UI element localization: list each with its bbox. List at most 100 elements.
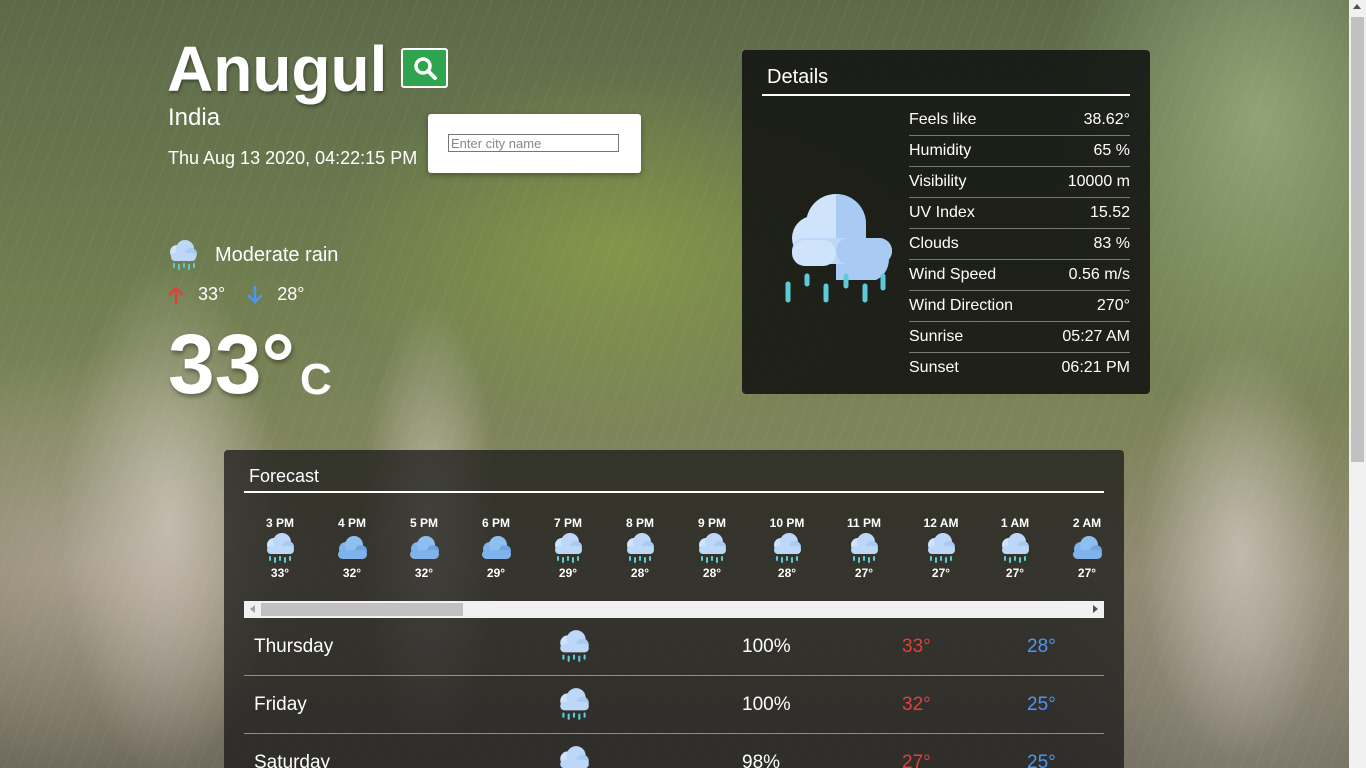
precip-chance: 100% — [742, 694, 791, 715]
rain-cloud-icon — [267, 533, 294, 563]
hourly-item: 5 PM 32° — [388, 516, 460, 580]
rain-cloud-icon — [627, 533, 654, 563]
rain-cloud-icon — [851, 533, 878, 563]
current-temperature: 33° — [168, 317, 296, 411]
day-name: Thursday — [254, 636, 334, 657]
rain-cloud-icon — [170, 240, 197, 270]
daily-row: Saturday 98% 27° 25° — [244, 734, 1104, 768]
detail-value: 270° — [1096, 297, 1130, 314]
low-temp: 28° — [277, 284, 305, 304]
city-search-input[interactable] — [448, 134, 619, 152]
arrow-down-icon — [247, 285, 263, 304]
detail-label: Wind Speed — [909, 266, 997, 283]
detail-value: 0.56 m/s — [1068, 266, 1130, 283]
hour-temp: 32° — [342, 566, 362, 580]
hourly-item: 1 AM 27° — [979, 516, 1051, 580]
hourly-scrollbar[interactable] — [244, 601, 1104, 618]
detail-row-wind-speed: Wind Speed 0.56 m/s — [909, 260, 1130, 291]
cloud-icon — [482, 536, 511, 559]
detail-label: Wind Direction — [909, 297, 1014, 314]
hour-time: 10 PM — [769, 516, 805, 530]
hour-time: 1 AM — [1000, 516, 1030, 530]
detail-value: 06:21 PM — [1061, 359, 1130, 376]
condition-label: Moderate rain — [215, 243, 339, 266]
high-temp: 33° — [198, 284, 226, 304]
precip-chance: 100% — [742, 636, 791, 657]
page-scrollbar[interactable] — [1349, 0, 1366, 768]
scroll-right-arrow[interactable] — [1093, 605, 1098, 613]
day-high-temp: 32° — [902, 694, 931, 715]
hour-time: 7 PM — [553, 516, 582, 530]
hourly-item: 4 PM 32° — [316, 516, 388, 580]
arrow-up-icon — [168, 285, 184, 304]
hour-temp: 29° — [486, 566, 506, 580]
precip-chance: 98% — [742, 752, 781, 768]
hour-time: 8 PM — [625, 516, 654, 530]
daily-forecast: Thursday 100% 33° 28° Friday 100% 32° 25° Saturd… — [244, 618, 1104, 768]
scroll-left-arrow[interactable] — [250, 605, 255, 613]
detail-row-clouds: Clouds 83 % — [909, 229, 1130, 260]
hourly-scrollbar-thumb[interactable] — [261, 603, 463, 616]
divider — [244, 491, 1104, 493]
search-button[interactable] — [401, 48, 448, 88]
rain-cloud-icon — [560, 630, 589, 662]
day-low-temp: 25° — [1027, 694, 1056, 715]
detail-row-sunset: Sunset 06:21 PM — [909, 353, 1130, 383]
detail-label: Sunrise — [909, 328, 964, 345]
rain-cloud-icon — [1002, 533, 1029, 563]
hour-time: 9 PM — [697, 516, 726, 530]
rain-cloud-icon — [785, 194, 892, 303]
hour-time: 11 PM — [846, 516, 882, 530]
hourly-item: 9 PM 28° — [676, 516, 748, 580]
hourly-item: 8 PM 28° — [604, 516, 676, 580]
daily-row: Friday 100% 32° 25° — [244, 676, 1104, 734]
temperature-unit: C — [300, 355, 332, 404]
rain-cloud-icon — [774, 533, 801, 563]
details-panel: Details Feels like 38.62° Humidity 65 % Vi… — [742, 50, 1150, 394]
hour-time: 3 PM — [265, 516, 294, 530]
search-popup — [428, 114, 641, 173]
details-title: Details — [767, 66, 829, 88]
day-low-temp: 28° — [1027, 636, 1056, 657]
hourly-forecast[interactable]: 3 PM 33° 4 PM 32° 5 PM 32° 6 PM 29° 7 PM 29° 8 PM 2… — [244, 516, 1104, 586]
background-grass — [1140, 340, 1340, 760]
scroll-up-arrow[interactable] — [1353, 4, 1361, 9]
high-low-temps: 33° 28° — [168, 284, 326, 305]
hour-temp: 27° — [1077, 566, 1097, 580]
detail-row-uv-index: UV Index 15.52 — [909, 198, 1130, 229]
detail-row-wind-direction: Wind Direction 270° — [909, 291, 1130, 322]
detail-value: 65 % — [1093, 142, 1130, 159]
city-name: Anugul — [167, 33, 388, 105]
day-high-temp: 27° — [902, 752, 931, 768]
detail-row-humidity: Humidity 65 % — [909, 136, 1130, 167]
detail-label: Humidity — [909, 142, 972, 159]
details-table: Feels like 38.62° Humidity 65 % Visibility… — [909, 105, 1130, 383]
page-scrollbar-thumb[interactable] — [1351, 17, 1364, 462]
hourly-item: 11 PM 27° — [828, 516, 900, 580]
hour-temp: 28° — [702, 566, 722, 580]
detail-label: Sunset — [909, 359, 959, 376]
cloud-icon — [410, 536, 439, 559]
day-low-temp: 25° — [1027, 752, 1056, 768]
detail-row-sunrise: Sunrise 05:27 AM — [909, 322, 1130, 353]
detail-row-visibility: Visibility 10000 m — [909, 167, 1130, 198]
detail-value: 83 % — [1093, 235, 1130, 252]
hourly-item: 7 PM 29° — [532, 516, 604, 580]
hour-time: 12 AM — [923, 516, 959, 530]
detail-row-feels-like: Feels like 38.62° — [909, 105, 1130, 136]
search-icon — [413, 57, 437, 80]
hour-temp: 27° — [1005, 566, 1025, 580]
detail-label: Clouds — [909, 235, 959, 252]
day-high-temp: 33° — [902, 636, 931, 657]
daily-row: Thursday 100% 33° 28° — [244, 618, 1104, 676]
hour-temp: 33° — [270, 566, 290, 580]
detail-value: 38.62° — [1083, 111, 1130, 128]
hour-temp: 32° — [414, 566, 434, 580]
detail-label: Feels like — [909, 111, 977, 128]
hourly-item: 2 AM 27° — [1051, 516, 1104, 580]
hour-temp: 27° — [931, 566, 951, 580]
rain-cloud-icon — [699, 533, 726, 563]
current-condition: Moderate rain — [166, 238, 338, 272]
country-name: India — [168, 104, 221, 131]
detail-value: 10000 m — [1067, 173, 1130, 190]
